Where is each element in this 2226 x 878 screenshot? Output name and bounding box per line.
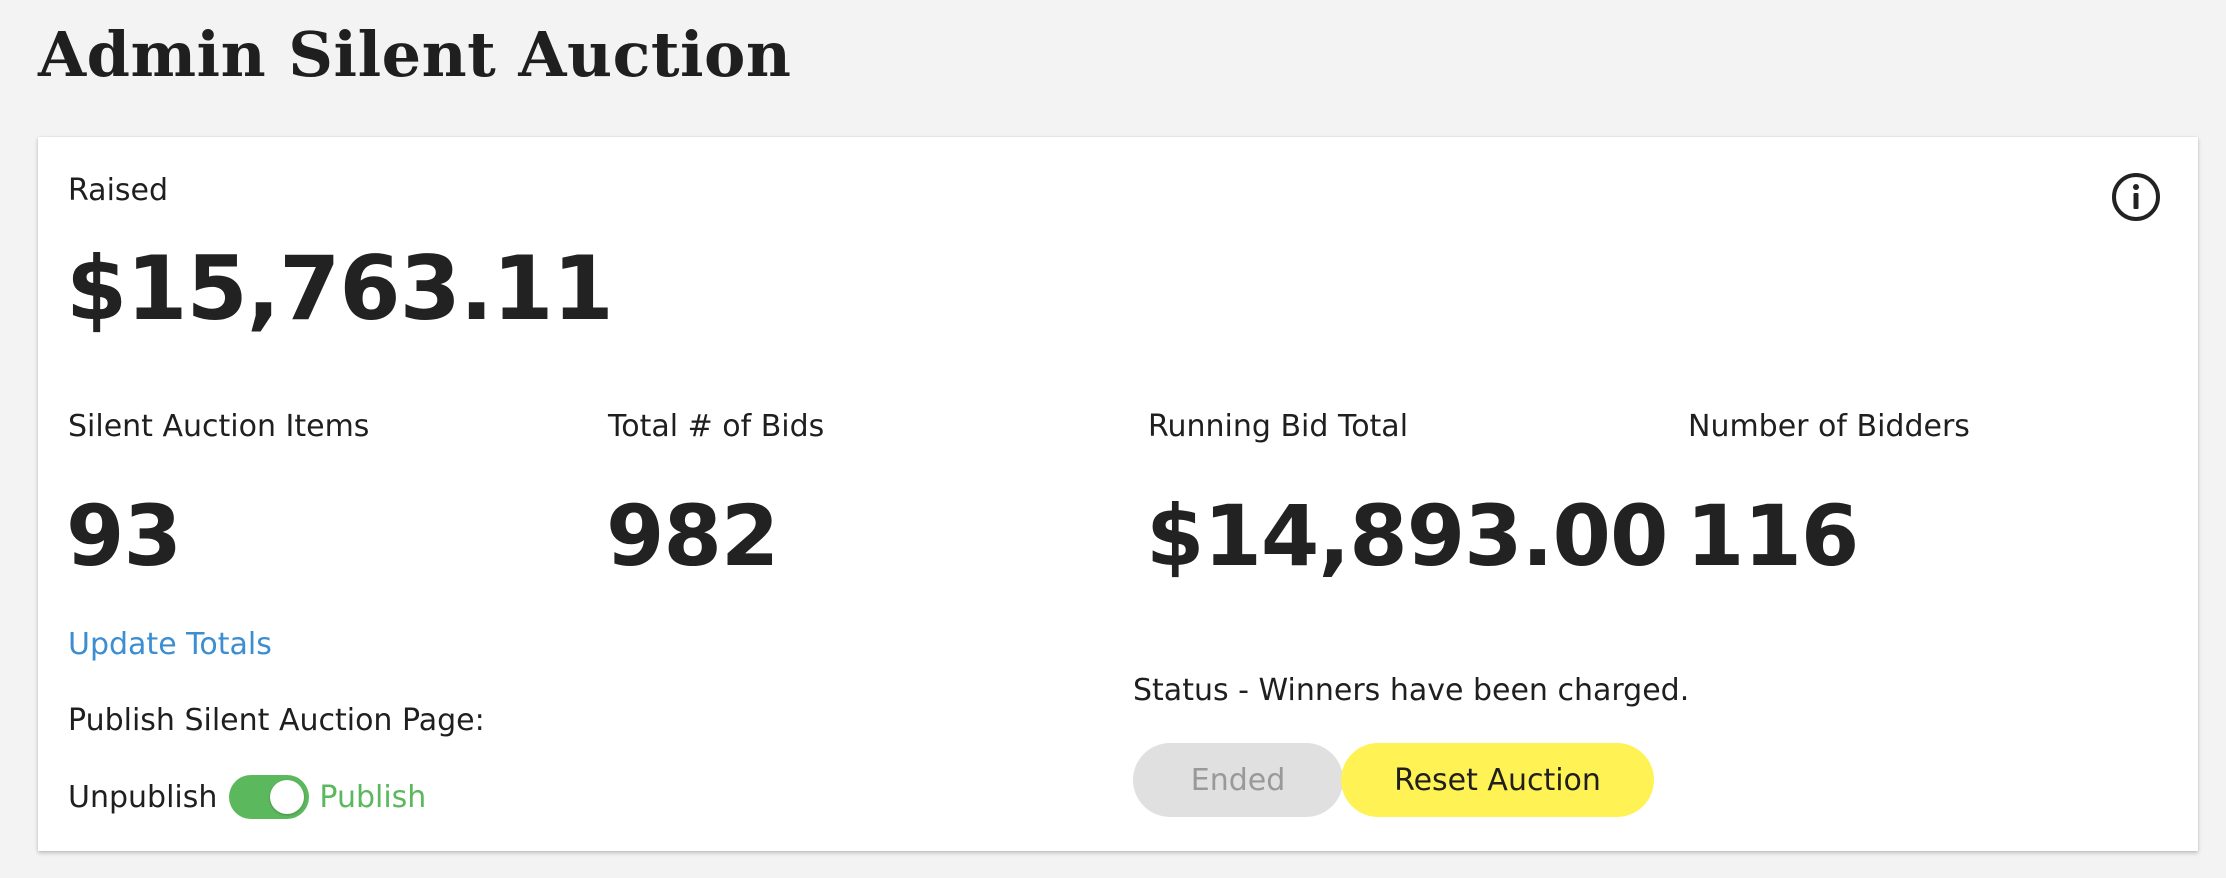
raised-label: Raised — [68, 173, 169, 208]
running-bid-total-value: $14,893.00 — [1146, 487, 1668, 585]
auction-summary-card: Raised $15,763.11 Silent Auction Items 9… — [38, 137, 2198, 851]
reset-auction-button[interactable]: Reset Auction — [1341, 743, 1654, 817]
ended-button: Ended — [1133, 743, 1343, 817]
publish-toggle-row: Unpublish Publish — [68, 773, 426, 821]
toggle-knob — [270, 780, 305, 814]
raised-value: $15,763.11 — [66, 237, 614, 340]
total-bids-value: 982 — [606, 487, 779, 585]
info-icon-graphic — [2112, 173, 2160, 221]
info-icon[interactable] — [2110, 171, 2162, 223]
publish-toggle-switch[interactable] — [229, 775, 310, 819]
page-title: Admin Silent Auction — [38, 18, 792, 91]
number-of-bidders-value: 116 — [1686, 487, 1859, 585]
silent-auction-items-value: 93 — [66, 487, 182, 585]
silent-auction-items-label: Silent Auction Items — [68, 409, 370, 444]
publish-label: Publish — [319, 779, 427, 815]
publish-heading: Publish Silent Auction Page: — [68, 703, 485, 738]
unpublish-label: Unpublish — [68, 779, 218, 815]
total-bids-label: Total # of Bids — [608, 409, 825, 444]
running-bid-total-label: Running Bid Total — [1148, 409, 1409, 444]
auction-status-text: Status - Winners have been charged. — [1133, 673, 1690, 708]
update-totals-link[interactable]: Update Totals — [68, 627, 272, 662]
page: Admin Silent Auction Raised $15,763.11 S… — [0, 0, 2226, 878]
number-of-bidders-label: Number of Bidders — [1688, 409, 1970, 444]
